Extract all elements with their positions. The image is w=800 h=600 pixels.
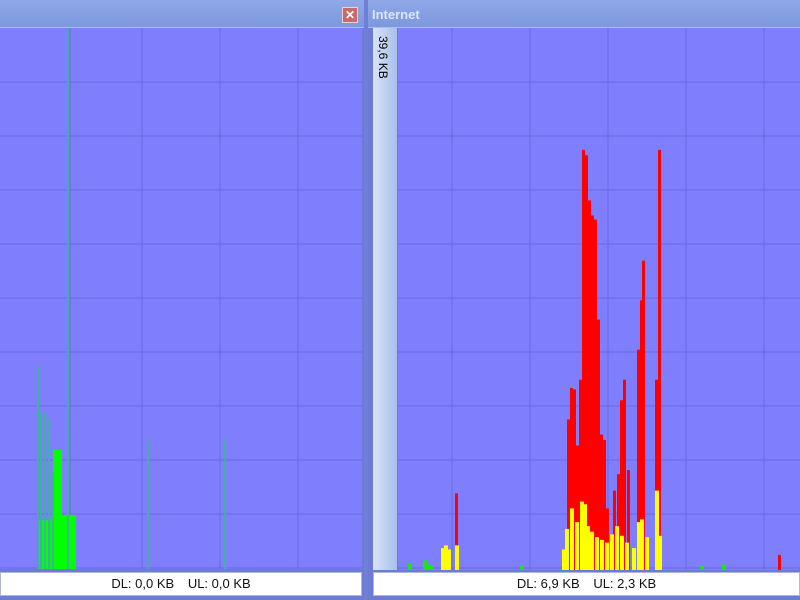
download-bar [591, 215, 594, 570]
upload-bar [586, 526, 590, 570]
upload-bar [632, 548, 636, 570]
other-traffic-bar [722, 564, 726, 570]
right-title-bar: Internet [368, 0, 800, 28]
download-bar [778, 554, 781, 570]
upload-bar [570, 508, 574, 570]
left-title-bar: ✕ [0, 0, 364, 28]
left-upload-readout: UL: 0,0 KB [187, 576, 251, 591]
upload-bar [575, 522, 579, 570]
scale-bar: 39,6 KB [373, 28, 397, 570]
left-status-bar: DL: 0,0 KB UL: 0,0 KB [0, 572, 362, 596]
activity-line-bar [224, 439, 226, 569]
right-download-readout: DL: 6,9 KB [516, 576, 580, 591]
upload-bar [658, 535, 662, 570]
activity-line-bar [40, 412, 42, 569]
left-chart-svg [0, 28, 362, 569]
other-traffic-bar [700, 565, 704, 570]
upload-bar [590, 531, 594, 570]
other-traffic-bar [520, 565, 524, 570]
activity-line-bar [37, 366, 39, 569]
other-traffic-bar [408, 563, 412, 570]
upload-bar [615, 526, 619, 570]
other-traffic-bar [423, 560, 427, 570]
upload-bar [610, 534, 614, 570]
other-traffic-bar [430, 565, 434, 570]
left-monitor-panel: ✕ DL: 0,0 KB UL: 0,0 KB [0, 0, 364, 600]
activity-line-bar [67, 28, 69, 569]
right-upload-readout: UL: 2,3 KB [593, 576, 657, 591]
upload-bar [565, 528, 569, 570]
upload-bar [600, 539, 604, 570]
upload-bar [595, 537, 599, 570]
download-bar [588, 200, 591, 570]
upload-bar [455, 545, 459, 570]
internet-monitor-panel: Internet 39,6 KB DL: 6,9 KB UL: 2,3 KB [368, 0, 800, 600]
upload-bar [605, 542, 609, 570]
upload-bar [625, 542, 629, 570]
internet-traffic-chart [398, 28, 800, 570]
upload-bar [620, 535, 624, 570]
activity-line-bar [147, 439, 149, 569]
right-chart-svg [398, 28, 800, 570]
scale-max-label: 39,6 KB [376, 36, 390, 79]
activity-line-bar [48, 417, 50, 569]
close-icon[interactable]: ✕ [342, 7, 358, 23]
download-bar [597, 319, 600, 570]
activity-line-bar [52, 471, 54, 569]
upload-bar [640, 519, 644, 570]
activity-fill-bar [53, 449, 62, 569]
activity-line-bar [44, 412, 46, 569]
download-bar [594, 219, 597, 570]
left-traffic-chart [0, 28, 362, 569]
right-status-bar: DL: 6,9 KB UL: 2,3 KB [373, 572, 800, 596]
right-panel-title: Internet [372, 7, 420, 22]
upload-bar [645, 537, 649, 570]
left-download-readout: DL: 0,0 KB [111, 576, 175, 591]
upload-bar [447, 549, 451, 570]
